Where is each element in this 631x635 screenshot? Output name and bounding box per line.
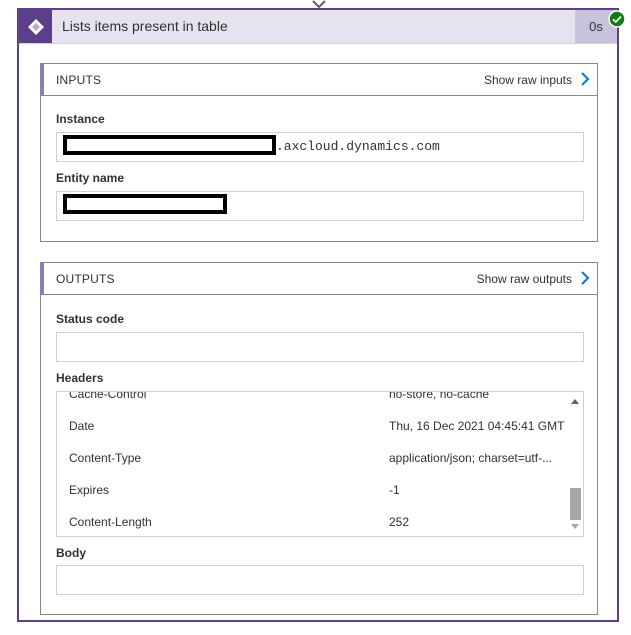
chevron-right-icon[interactable] <box>580 72 590 86</box>
outputs-header: OUTPUTS Show raw outputs <box>40 262 598 295</box>
headers-scrollbar[interactable] <box>567 392 583 536</box>
redacted-block <box>63 194 227 214</box>
header-row: Content-Type application/json; charset=u… <box>57 442 557 474</box>
instance-suffix: .axcloud.dynamics.com <box>276 139 440 154</box>
header-row: Cache-Control no-store, no-cache <box>57 391 557 410</box>
scroll-thumb[interactable] <box>570 488 581 520</box>
dynamics-diamond-icon <box>19 10 52 43</box>
headers-table[interactable]: Cache-Control no-store, no-cache Date Th… <box>56 391 584 537</box>
header-row: Date Thu, 16 Dec 2021 04:45:41 GMT <box>57 410 564 442</box>
show-raw-inputs-link[interactable]: Show raw inputs <box>484 73 572 87</box>
entity-name-field <box>56 191 584 221</box>
header-value: Thu, 16 Dec 2021 04:45:41 GMT <box>389 419 565 433</box>
instance-field: .axcloud.dynamics.com <box>56 132 584 162</box>
body-field <box>56 565 584 595</box>
header-key: Content-Type <box>69 451 142 465</box>
instance-label: Instance <box>56 112 105 126</box>
header-key: Date <box>69 419 95 433</box>
header-value: application/json; charset=utf-... <box>389 451 553 465</box>
entity-name-label: Entity name <box>56 171 125 185</box>
inputs-header: INPUTS Show raw inputs <box>40 63 598 96</box>
inputs-title: INPUTS <box>56 73 102 87</box>
header-value: 252 <box>389 515 410 529</box>
status-code-field <box>56 332 584 362</box>
scroll-up-arrow-icon[interactable] <box>571 398 579 404</box>
header-row: Content-Length 252 <box>57 506 557 536</box>
header-key: Content-Length <box>69 515 152 529</box>
header-key: Cache-Control <box>69 391 147 401</box>
status-code-label: Status code <box>56 312 125 326</box>
outputs-section: OUTPUTS Show raw outputs Status code Hea… <box>40 262 598 615</box>
card-title: Lists items present in table <box>62 18 228 34</box>
success-check-icon <box>608 10 626 28</box>
header-value: no-store, no-cache <box>389 391 490 401</box>
chevron-right-icon[interactable] <box>580 271 590 285</box>
headers-label: Headers <box>56 371 104 385</box>
card-header[interactable]: Lists items present in table 0s <box>19 10 617 44</box>
header-value: -1 <box>389 483 400 497</box>
flow-arrow-icon <box>312 0 326 8</box>
show-raw-outputs-link[interactable]: Show raw outputs <box>477 272 572 286</box>
outputs-title: OUTPUTS <box>56 272 115 286</box>
inputs-section: INPUTS Show raw inputs Instance .axcloud… <box>40 63 598 242</box>
body-label: Body <box>56 546 86 560</box>
action-card: Lists items present in table 0s INPUTS S… <box>17 8 626 622</box>
header-row: Expires -1 <box>57 474 557 506</box>
redacted-block <box>63 135 276 155</box>
scroll-down-arrow-icon[interactable] <box>571 524 579 530</box>
header-key: Expires <box>69 483 110 497</box>
